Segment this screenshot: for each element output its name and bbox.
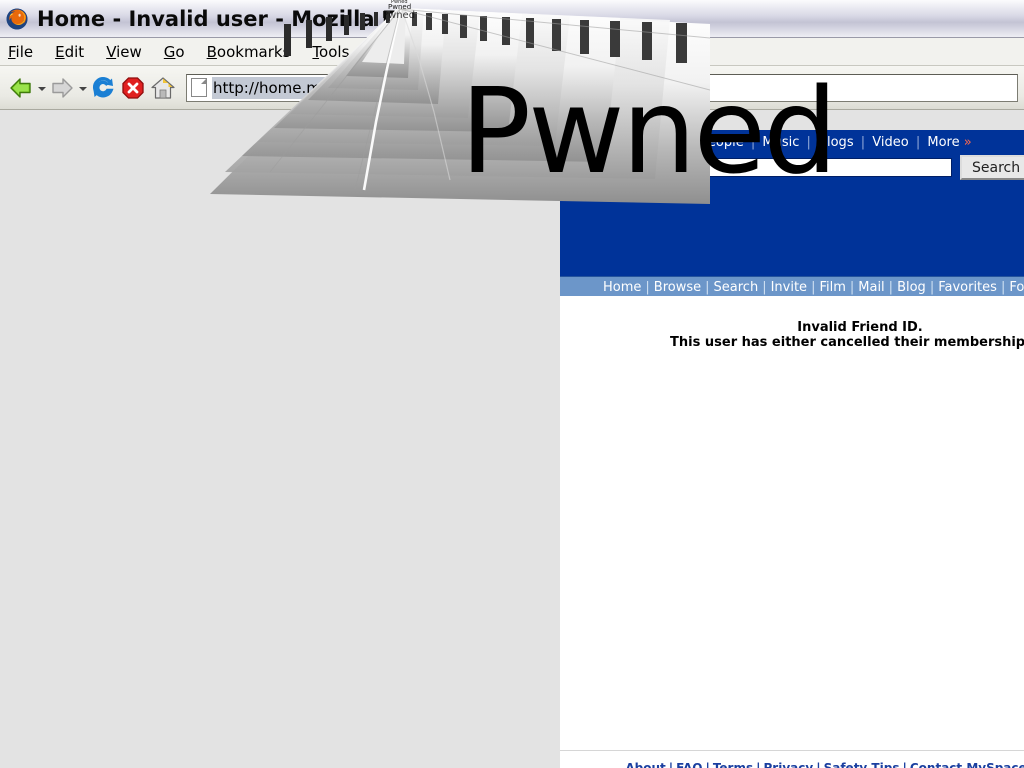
myspace-page: | People | Music | Blogs | Video | More …: [560, 130, 1024, 768]
nav-forum[interactable]: Forum: [1009, 280, 1024, 295]
nav-blog[interactable]: Blog: [897, 280, 926, 295]
footer-links: About | FAQ | Terms | Privacy | Safety Tips | Cont…: [560, 761, 1024, 768]
menu-tools[interactable]: Tools: [312, 43, 349, 61]
url-bar[interactable]: http://home.m 2896d1db-46c0-4d29-a2c5-ac…: [186, 73, 1018, 102]
footer-privacy[interactable]: Privacy: [764, 761, 814, 768]
toplink-music[interactable]: Music: [762, 135, 799, 150]
myspace-footer: About | FAQ | Terms | Privacy | Safety Tips | Cont…: [560, 750, 1024, 768]
menu-view[interactable]: View: [106, 43, 142, 61]
nav-browse[interactable]: Browse: [654, 280, 701, 295]
nav-search[interactable]: Search: [714, 280, 759, 295]
title-bar: Home - Invalid user - Mozilla Firefox: [0, 0, 1024, 38]
menu-bookmarks[interactable]: Bookmarks: [207, 43, 291, 61]
myspace-search-row: Search Web: [686, 155, 1024, 180]
nav-mail[interactable]: Mail: [858, 280, 884, 295]
url-input[interactable]: http://home.m 2896d1db-46c0-4d29-a2c5-ac…: [212, 76, 643, 99]
error-line-2: This user has either cancelled their mem…: [670, 335, 1024, 350]
footer-safety-tips[interactable]: Safety Tips: [824, 761, 900, 768]
myspace-top-links: | People | Music | Blogs | Video | More …: [689, 135, 972, 150]
error-line-1: Invalid Friend ID.: [797, 320, 923, 335]
menu-go[interactable]: Go: [164, 43, 185, 61]
back-dropdown-icon[interactable]: [36, 73, 47, 103]
myspace-header: | People | Music | Blogs | Video | More …: [560, 130, 1024, 276]
myspace-nav-links: Home | Browse | Search | Invite | Film | Mail | Blog…: [603, 280, 1024, 295]
chevron-right-icon: »: [963, 135, 972, 150]
myspace-body: Invalid Friend ID. This user has either …: [560, 296, 1024, 736]
window-title: Home - Invalid user - Mozilla Firefox: [37, 6, 466, 31]
footer-contact-myspace[interactable]: Contact MySpace: [910, 761, 1024, 768]
content-area: | People | Music | Blogs | Video | More …: [0, 110, 1024, 768]
menu-bar: File Edit View Go Bookmarks Tools Help: [0, 38, 1024, 66]
nav-home[interactable]: Home: [603, 280, 641, 295]
nav-film[interactable]: Film: [819, 280, 845, 295]
firefox-icon: [5, 7, 29, 31]
reload-icon[interactable]: [88, 73, 118, 103]
menu-help[interactable]: Help: [371, 43, 405, 61]
myspace-nav-bar: Home | Browse | Search | Invite | Film | Mail | Blog…: [560, 276, 1024, 297]
footer-faq[interactable]: FAQ: [676, 761, 702, 768]
menu-file[interactable]: File: [8, 43, 33, 61]
footer-terms[interactable]: Terms: [713, 761, 753, 768]
browser-window: Home - Invalid user - Mozilla Firefox Fi…: [0, 0, 1024, 768]
toplink-people[interactable]: People: [701, 135, 744, 150]
myspace-search-input[interactable]: [686, 158, 952, 177]
forward-dropdown-icon: [77, 73, 88, 103]
forward-arrow-icon: [47, 73, 77, 103]
nav-invite[interactable]: Invite: [771, 280, 807, 295]
toplink-video[interactable]: Video: [872, 135, 908, 150]
nav-favorites[interactable]: Favorites: [938, 280, 997, 295]
stop-icon[interactable]: [118, 73, 148, 103]
navigation-toolbar: http://home.m 2896d1db-46c0-4d29-a2c5-ac…: [0, 66, 1024, 110]
page-icon: [191, 78, 207, 97]
toplink-more[interactable]: More: [927, 135, 959, 150]
menu-edit[interactable]: Edit: [55, 43, 84, 61]
back-arrow-icon[interactable]: [6, 73, 36, 103]
toplink-blogs[interactable]: Blogs: [818, 135, 854, 150]
search-web-button[interactable]: Search Web: [960, 155, 1024, 180]
home-icon[interactable]: [148, 73, 178, 103]
footer-about[interactable]: About: [625, 761, 665, 768]
error-message: Invalid Friend ID. This user has either …: [560, 320, 1024, 350]
